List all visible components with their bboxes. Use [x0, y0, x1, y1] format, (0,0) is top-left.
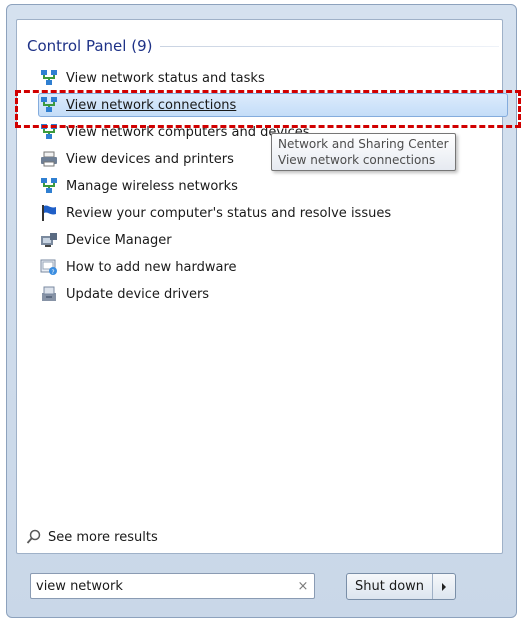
- network-icon: [40, 96, 58, 114]
- result-item-label: View network status and tasks: [66, 70, 265, 86]
- result-item-label: Update device drivers: [66, 286, 210, 302]
- result-item-add-hardware[interactable]: ? How to add new hardware: [40, 255, 480, 279]
- see-more-results[interactable]: See more results: [26, 527, 158, 547]
- see-more-label: See more results: [48, 529, 158, 545]
- printer-icon: [40, 150, 58, 168]
- result-item-device-manager[interactable]: Device Manager: [40, 228, 480, 252]
- device-manager-icon: [40, 231, 58, 249]
- chevron-right-icon: [442, 582, 447, 591]
- result-item-action-center[interactable]: Review your computer's status and resolv…: [40, 201, 480, 225]
- result-item-update-drivers[interactable]: Update device drivers: [40, 282, 480, 306]
- network-icon: [40, 69, 58, 87]
- result-item-label: How to add new hardware: [66, 259, 237, 275]
- group-title: Control Panel (9): [27, 37, 153, 55]
- search-box[interactable]: ×: [30, 573, 315, 599]
- network-icon: [40, 177, 58, 195]
- shutdown-group: Shut down: [346, 573, 457, 600]
- result-item-label: Manage wireless networks: [66, 178, 238, 194]
- network-icon: [40, 123, 58, 141]
- hardware-icon: ?: [40, 258, 58, 276]
- flag-icon: [40, 204, 58, 222]
- driver-icon: [40, 285, 58, 303]
- result-item-wireless-networks[interactable]: Manage wireless networks: [40, 174, 480, 198]
- result-item-label: View devices and printers: [66, 151, 234, 167]
- clear-search-icon[interactable]: ×: [292, 579, 314, 594]
- svg-text:?: ?: [51, 269, 54, 276]
- result-item-network-status[interactable]: View network status and tasks: [40, 66, 480, 90]
- result-item-label: Device Manager: [66, 232, 172, 248]
- group-header[interactable]: Control Panel (9): [27, 35, 503, 57]
- result-item-label: View network connections: [66, 97, 237, 113]
- result-item-label: Review your computer's status and resolv…: [66, 205, 392, 221]
- result-item-network-connections[interactable]: View network connections: [38, 93, 508, 117]
- tooltip: Network and Sharing Center View network …: [271, 133, 456, 171]
- search-input[interactable]: [31, 577, 292, 595]
- shutdown-button[interactable]: Shut down: [347, 574, 434, 599]
- group-divider: [160, 45, 499, 47]
- shutdown-options-button[interactable]: [433, 574, 455, 599]
- search-icon: [26, 529, 42, 545]
- tooltip-line1: Network and Sharing Center: [278, 137, 449, 151]
- tooltip-line2: View network connections: [278, 153, 436, 167]
